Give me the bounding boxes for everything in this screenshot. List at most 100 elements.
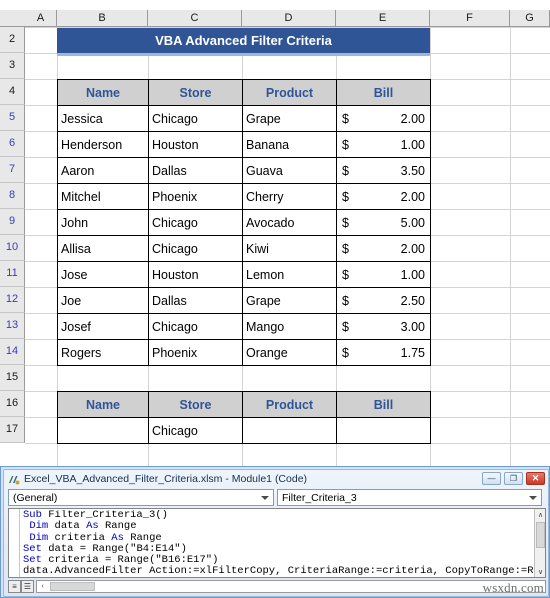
data-table-cell-name[interactable]: Josef — [57, 313, 149, 340]
chevron-down-icon — [529, 495, 537, 500]
data-table-cell-name[interactable]: Joe — [57, 287, 149, 314]
object-combo[interactable]: (General) — [8, 489, 274, 506]
data-table-cell-product[interactable]: Kiwi — [242, 235, 337, 262]
data-table-cell-bill[interactable]: $2.00 — [336, 105, 431, 132]
column-header-c[interactable]: C — [148, 10, 242, 26]
data-table-cell-store[interactable]: Chicago — [148, 209, 243, 236]
data-table-cell-name[interactable]: Jessica — [57, 105, 149, 132]
full-module-view-button[interactable]: ☰ — [21, 579, 34, 593]
row-header-7[interactable]: 7 — [0, 157, 25, 183]
data-table-cell-store[interactable]: Chicago — [148, 235, 243, 262]
data-table-cell-bill[interactable]: $1.00 — [336, 131, 431, 158]
data-table-header-product[interactable]: Product — [242, 79, 337, 106]
data-table-cell-store[interactable]: Houston — [148, 261, 243, 288]
procedure-combo[interactable]: Filter_Criteria_3 — [277, 489, 542, 506]
row-header-8[interactable]: 8 — [0, 183, 25, 209]
data-table-amount: 1.00 — [400, 267, 425, 282]
data-table-cell-store[interactable]: Dallas — [148, 157, 243, 184]
data-table-cell-product[interactable]: Avocado — [242, 209, 337, 236]
column-header-e[interactable]: E — [336, 10, 430, 26]
scroll-up-icon[interactable]: ∧ — [535, 509, 545, 520]
row-header-17[interactable]: 17 — [0, 417, 25, 443]
column-header-a[interactable]: A — [25, 10, 57, 26]
row-header-15[interactable]: 15 — [0, 365, 25, 391]
row-header-6[interactable]: 6 — [0, 131, 25, 157]
row-header-3[interactable]: 3 — [0, 53, 25, 79]
criteria-table-header-bill[interactable]: Bill — [336, 391, 431, 418]
data-table-cell-bill[interactable]: $1.75 — [336, 339, 431, 366]
data-table-cell-bill[interactable]: $5.00 — [336, 209, 431, 236]
data-table-cell-name[interactable]: Mitchel — [57, 183, 149, 210]
data-table-cell-product[interactable]: Orange — [242, 339, 337, 366]
data-table-cell-bill[interactable]: $2.50 — [336, 287, 431, 314]
data-table-cell-store[interactable]: Chicago — [148, 313, 243, 340]
data-table-cell-store[interactable]: Chicago — [148, 105, 243, 132]
data-table-cell-name[interactable]: Aaron — [57, 157, 149, 184]
data-table-cell-bill[interactable]: $3.50 — [336, 157, 431, 184]
data-table-cell-name[interactable]: John — [57, 209, 149, 236]
data-table-currency-symbol: $ — [342, 319, 349, 334]
data-table-cell-store[interactable]: Houston — [148, 131, 243, 158]
row-header-5[interactable]: 5 — [0, 105, 25, 131]
vba-title-bar[interactable]: Excel_VBA_Advanced_Filter_Criteria.xlsm … — [4, 470, 548, 488]
row-header-4[interactable]: 4 — [0, 79, 25, 105]
data-table-header-name[interactable]: Name — [57, 79, 149, 106]
code-text[interactable]: Sub Filter_Criteria_3() Dim data As Rang… — [23, 510, 533, 577]
data-table-cell-store[interactable]: Phoenix — [148, 339, 243, 366]
data-table-cell-bill[interactable]: $1.00 — [336, 261, 431, 288]
data-table-cell-name[interactable]: Jose — [57, 261, 149, 288]
row-header-10[interactable]: 10 — [0, 235, 25, 261]
data-table-header-bill[interactable]: Bill — [336, 79, 431, 106]
data-table-cell-bill[interactable]: $2.00 — [336, 235, 431, 262]
row-header-2[interactable]: 2 — [0, 27, 25, 53]
row-header-12[interactable]: 12 — [0, 287, 25, 313]
data-table-cell-product[interactable]: Cherry — [242, 183, 337, 210]
column-header-g[interactable]: G — [510, 10, 550, 26]
data-table-amount: 2.50 — [400, 293, 425, 308]
code-horizontal-scrollbar[interactable]: ‹ — [36, 579, 546, 593]
scroll-down-icon[interactable]: ∨ — [535, 566, 545, 577]
criteria-table-header-name[interactable]: Name — [57, 391, 149, 418]
code-vertical-scrollbar[interactable]: ∧ ∨ — [534, 509, 545, 577]
row-header-9[interactable]: 9 — [0, 209, 25, 235]
row-header-16[interactable]: 16 — [0, 391, 25, 417]
row-header-14[interactable]: 14 — [0, 339, 25, 365]
data-table-cell-bill[interactable]: $3.00 — [336, 313, 431, 340]
data-table-cell-product[interactable]: Grape — [242, 287, 337, 314]
data-table-cell-name[interactable]: Rogers — [57, 339, 149, 366]
procedure-view-button[interactable]: ≡ — [8, 579, 21, 593]
data-table-cell-name[interactable]: Allisa — [57, 235, 149, 262]
data-table-cell-product[interactable]: Grape — [242, 105, 337, 132]
row-header-11[interactable]: 11 — [0, 261, 25, 287]
criteria-table-header-store[interactable]: Store — [148, 391, 243, 418]
screenshot-root: ABCDEFG 2 3 4 5 6 7 8 9 10 11 12 13 14 15 16 17 VBA Adv… — [0, 0, 550, 598]
minimize-button[interactable]: — — [482, 472, 501, 485]
criteria-table-cell-name[interactable] — [57, 417, 149, 444]
close-button[interactable]: ✕ — [526, 472, 545, 485]
data-table-cell-name[interactable]: Henderson — [57, 131, 149, 158]
criteria-table-cell-store[interactable]: Chicago — [148, 417, 243, 444]
column-header-d[interactable]: D — [242, 10, 336, 26]
data-table-cell-product[interactable]: Lemon — [242, 261, 337, 288]
code-editor[interactable]: Sub Filter_Criteria_3() Dim data As Rang… — [8, 508, 546, 578]
scroll-thumb[interactable] — [536, 522, 545, 548]
data-table-cell-product[interactable]: Banana — [242, 131, 337, 158]
data-table-amount: 2.00 — [400, 241, 425, 256]
data-table-cell-bill[interactable]: $2.00 — [336, 183, 431, 210]
hscroll-thumb[interactable] — [50, 581, 95, 591]
data-table-cell-product[interactable]: Mango — [242, 313, 337, 340]
column-header-b[interactable]: B — [57, 10, 148, 26]
data-table-amount: 1.00 — [400, 137, 425, 152]
row-header-13[interactable]: 13 — [0, 313, 25, 339]
data-table-cell-store[interactable]: Dallas — [148, 287, 243, 314]
criteria-table-header-product[interactable]: Product — [242, 391, 337, 418]
data-table-cell-product[interactable]: Guava — [242, 157, 337, 184]
data-table-cell-store[interactable]: Phoenix — [148, 183, 243, 210]
column-header-f[interactable]: F — [430, 10, 510, 26]
scroll-left-icon[interactable]: ‹ — [37, 581, 48, 592]
criteria-table-cell-bill[interactable] — [336, 417, 431, 444]
restore-button[interactable]: ❐ — [504, 472, 523, 485]
data-table-header-store[interactable]: Store — [148, 79, 243, 106]
criteria-table-cell-product[interactable] — [242, 417, 337, 444]
vba-editor-window: Excel_VBA_Advanced_Filter_Criteria.xlsm … — [0, 466, 550, 598]
